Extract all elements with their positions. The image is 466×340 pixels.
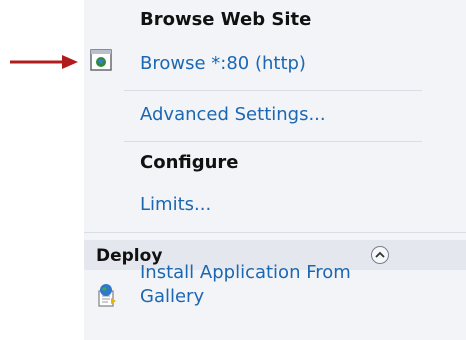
install-application-from-gallery-link[interactable]: Install Application From Gallery	[140, 261, 351, 309]
browse-port-80-link[interactable]: Browse *:80 (http)	[140, 53, 306, 74]
advanced-settings-link[interactable]: Advanced Settings...	[140, 104, 326, 125]
red-arrow-icon	[10, 55, 78, 69]
gallery-install-icon	[98, 284, 116, 307]
limits-link[interactable]: Limits...	[140, 194, 211, 215]
browse-website-heading: Browse Web Site	[140, 9, 312, 30]
separator	[84, 232, 466, 233]
configure-heading: Configure	[140, 152, 239, 173]
install-link-line1: Install Application From	[140, 262, 351, 283]
collapse-deploy-button[interactable]	[371, 246, 389, 264]
chevron-up-icon	[375, 251, 385, 258]
separator	[124, 90, 422, 91]
separator	[124, 141, 422, 142]
install-link-line2: Gallery	[140, 286, 205, 307]
browser-window-globe-icon	[90, 49, 112, 71]
